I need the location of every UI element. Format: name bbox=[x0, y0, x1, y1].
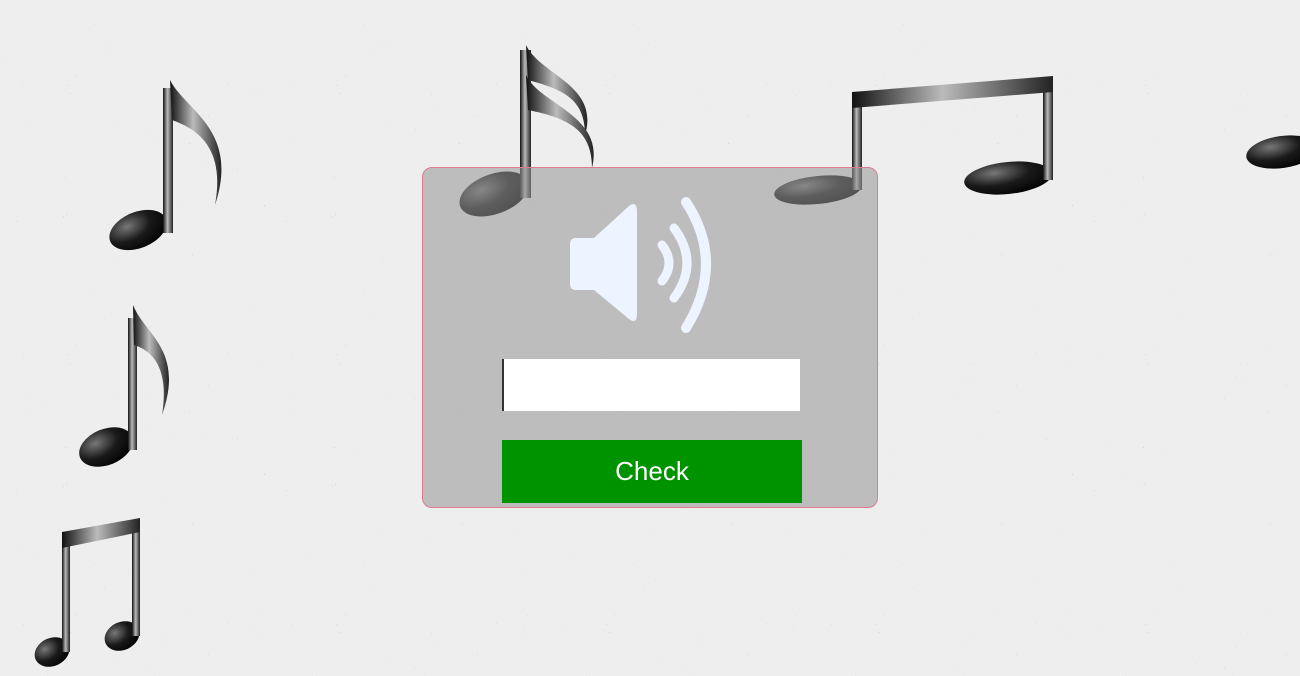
captcha-answer-input[interactable] bbox=[502, 359, 800, 411]
eighth-note-icon bbox=[1246, 135, 1300, 169]
audio-captcha-panel: Check bbox=[422, 167, 878, 508]
beamed-eighth-notes-icon bbox=[34, 518, 140, 667]
eighth-note-icon bbox=[79, 305, 170, 467]
check-button[interactable]: Check bbox=[502, 440, 802, 503]
eighth-note-icon bbox=[109, 80, 222, 251]
speaker-volume-icon[interactable] bbox=[566, 190, 736, 335]
